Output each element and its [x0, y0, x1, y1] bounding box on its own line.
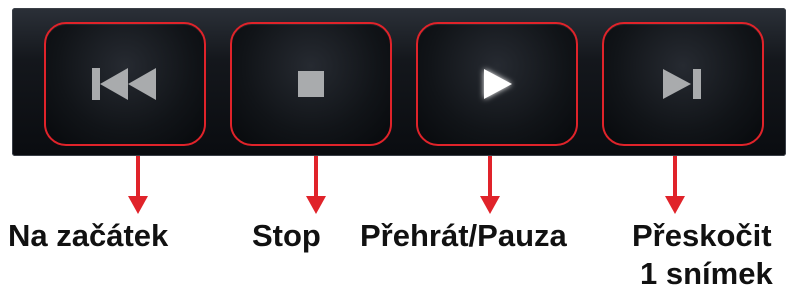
pointer-arrow-play	[480, 156, 500, 214]
label-skip-to-start: Na začátek	[8, 218, 169, 253]
step-forward-icon	[604, 24, 762, 144]
play-icon	[418, 24, 576, 144]
label-stop: Stop	[252, 218, 321, 253]
label-step-line2: 1 snímek	[640, 256, 773, 291]
pointer-arrow-step	[665, 156, 685, 214]
stop-button[interactable]	[230, 22, 392, 146]
playback-toolbar	[12, 8, 786, 156]
skip-to-start-icon	[46, 24, 204, 144]
step-forward-button[interactable]	[602, 22, 764, 146]
stop-icon	[232, 24, 390, 144]
label-step-line1: Přeskočit	[632, 218, 772, 253]
play-pause-button[interactable]	[416, 22, 578, 146]
pointer-arrow-stop	[306, 156, 326, 214]
label-play-pause: Přehrát/Pauza	[360, 218, 567, 253]
skip-to-start-button[interactable]	[44, 22, 206, 146]
pointer-arrow-start	[128, 156, 148, 214]
